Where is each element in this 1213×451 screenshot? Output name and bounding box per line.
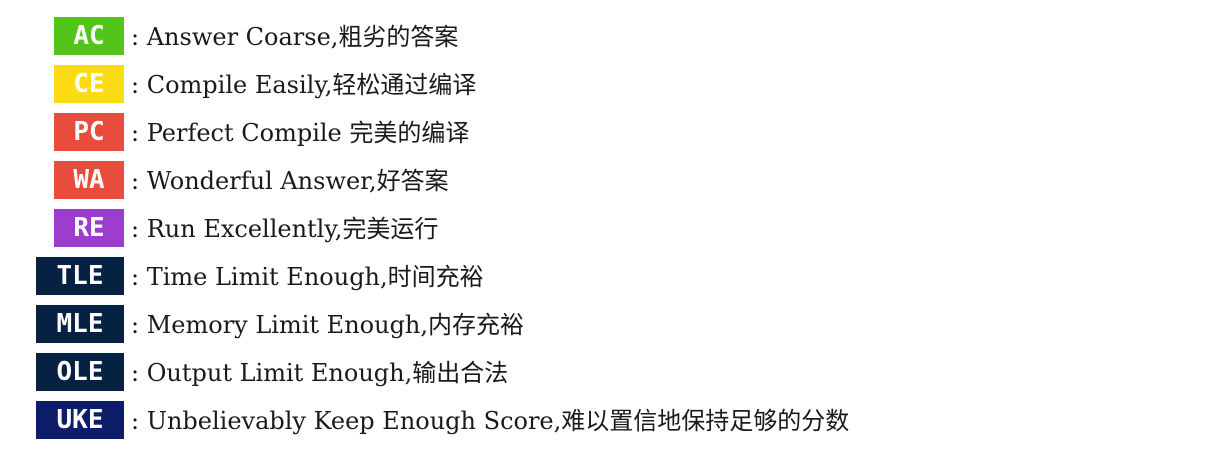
legend-row-re: RE : Run Excellently,完美运行 xyxy=(0,207,1213,255)
legend-row-ce: CE : Compile Easily,轻松通过编译 xyxy=(0,63,1213,111)
status-badge-re: RE xyxy=(54,209,124,247)
status-badge-tle: TLE xyxy=(36,257,124,295)
legend-row-ole: OLE : Output Limit Enough,输出合法 xyxy=(0,351,1213,399)
status-description-pc: : Perfect Compile 完美的编译 xyxy=(131,119,470,147)
status-badge-ac: AC xyxy=(54,17,124,55)
status-badge-ole: OLE xyxy=(36,353,124,391)
status-badge-wa: WA xyxy=(54,161,124,199)
status-description-wa: : Wonderful Answer,好答案 xyxy=(131,167,449,195)
status-badge-uke: UKE xyxy=(36,401,124,439)
legend-row-wa: WA : Wonderful Answer,好答案 xyxy=(0,159,1213,207)
legend-row-mle: MLE : Memory Limit Enough,内存充裕 xyxy=(0,303,1213,351)
legend-row-tle: TLE : Time Limit Enough,时间充裕 xyxy=(0,255,1213,303)
status-description-ac: : Answer Coarse,粗劣的答案 xyxy=(131,23,459,51)
status-badge-pc: PC xyxy=(54,113,124,151)
legend-row-ac: AC : Answer Coarse,粗劣的答案 xyxy=(0,15,1213,63)
status-description-mle: : Memory Limit Enough,内存充裕 xyxy=(131,311,525,339)
status-description-re: : Run Excellently,完美运行 xyxy=(131,215,439,243)
status-description-ce: : Compile Easily,轻松通过编译 xyxy=(131,71,477,99)
legend-row-pc: PC : Perfect Compile 完美的编译 xyxy=(0,111,1213,159)
status-description-tle: : Time Limit Enough,时间充裕 xyxy=(131,263,484,291)
status-badge-mle: MLE xyxy=(36,305,124,343)
status-legend: AC : Answer Coarse,粗劣的答案 CE : Compile Ea… xyxy=(0,15,1213,447)
legend-row-uke: UKE : Unbelievably Keep Enough Score,难以置… xyxy=(0,399,1213,447)
status-badge-ce: CE xyxy=(54,65,124,103)
status-description-uke: : Unbelievably Keep Enough Score,难以置信地保持… xyxy=(131,407,850,435)
status-description-ole: : Output Limit Enough,输出合法 xyxy=(131,359,509,387)
